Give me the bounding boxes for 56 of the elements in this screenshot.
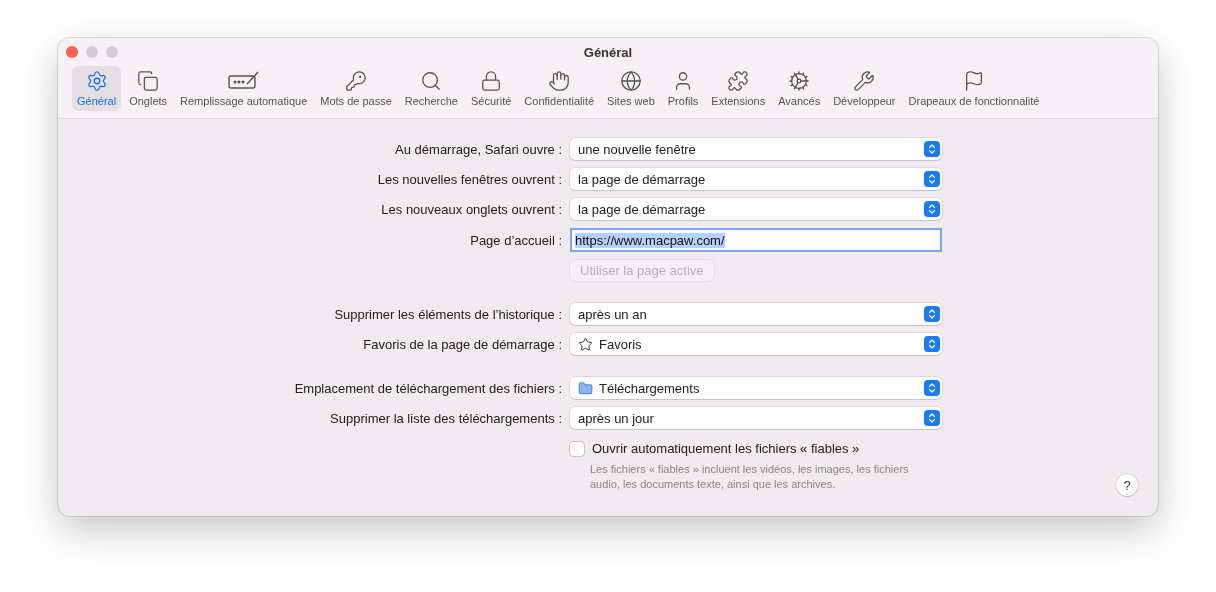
search-icon <box>420 70 443 92</box>
stepper-icon <box>924 141 940 157</box>
popup-menu[interactable]: la page de démarrage <box>570 168 942 190</box>
toolbar-tab[interactable]: Mots de passe <box>315 66 397 111</box>
popup-menu[interactable]: après un an <box>570 303 942 325</box>
setting-label: Page d’accueil : <box>469 232 562 248</box>
toolbar-tab[interactable]: Avancés <box>773 66 826 111</box>
stepper-icon <box>924 306 940 322</box>
key-icon <box>345 70 367 92</box>
stepper-icon <box>924 201 940 217</box>
setting-label: Au démarrage, Safari ouvre : <box>394 141 562 157</box>
setting-label: Supprimer les éléments de l’historique : <box>333 306 562 322</box>
toolbar-tab[interactable]: Général <box>72 66 122 111</box>
toolbar-tab[interactable]: Sécurité <box>466 66 517 111</box>
windows-icon <box>137 70 160 92</box>
help-text: Les fichiers « fiables » incluent les vidéos, les images, les fichiers audio, les documents texte, ainsi que les archives. <box>589 462 910 492</box>
star-icon <box>578 336 593 352</box>
toolbar-tab[interactable]: Confidentialité <box>519 66 600 111</box>
toolbar-tab[interactable]: Profils <box>662 66 704 111</box>
setting-label: Les nouveaux onglets ouvrent : <box>380 201 562 217</box>
toolbar-tab[interactable]: Développeur <box>828 66 901 111</box>
stepper-icon <box>924 380 940 396</box>
puzzle-icon <box>727 70 750 92</box>
hand-icon <box>548 70 571 92</box>
stepper-icon <box>924 410 940 426</box>
zoom-button[interactable] <box>106 46 118 58</box>
setting-label: Favoris de la page de démarrage : <box>362 336 562 352</box>
checkbox[interactable] <box>570 441 584 456</box>
globe-icon <box>619 70 642 92</box>
toolbar-tab[interactable]: Sites web <box>602 66 660 111</box>
settings-icon <box>85 70 108 92</box>
checkbox-label: Ouvrir automatiquement les fichiers « fiables » <box>592 441 860 456</box>
popup-menu[interactable]: Téléchargements <box>570 377 942 399</box>
toolbar-tab[interactable]: Extensions <box>706 66 771 111</box>
toolbar-tab[interactable]: Onglets <box>124 66 173 111</box>
setting-label: Supprimer la liste des téléchargements : <box>329 410 562 426</box>
help-button[interactable]: ? <box>1116 474 1138 496</box>
popup-menu[interactable]: la page de démarrage <box>570 198 942 220</box>
stepper-icon <box>924 171 940 187</box>
popup-menu[interactable]: une nouvelle fenêtre <box>570 138 942 160</box>
toolbar-tab[interactable]: Remplissage automatique <box>175 66 313 111</box>
password-field-icon <box>226 70 261 92</box>
stepper-icon <box>924 336 940 352</box>
homepage-field[interactable]: https://www.macpaw.com/ <box>570 228 942 252</box>
setting-label: Emplacement de téléchargement des fichiers : <box>293 380 562 396</box>
folder-icon <box>578 380 593 396</box>
toolbar-tab[interactable]: Drapeaux de fonctionnalité <box>903 66 1045 111</box>
tools-icon <box>853 70 876 92</box>
toolbar-tab[interactable]: Recherche <box>399 66 463 111</box>
setting-label: Les nouvelles fenêtres ouvrent : <box>376 171 562 187</box>
lock-icon <box>480 70 503 92</box>
close-button[interactable] <box>66 46 78 58</box>
window-title: Général <box>583 44 633 60</box>
popup-menu[interactable]: Favoris <box>570 333 942 355</box>
minimize-button[interactable] <box>86 46 98 58</box>
popup-menu[interactable]: après un jour <box>570 407 942 429</box>
